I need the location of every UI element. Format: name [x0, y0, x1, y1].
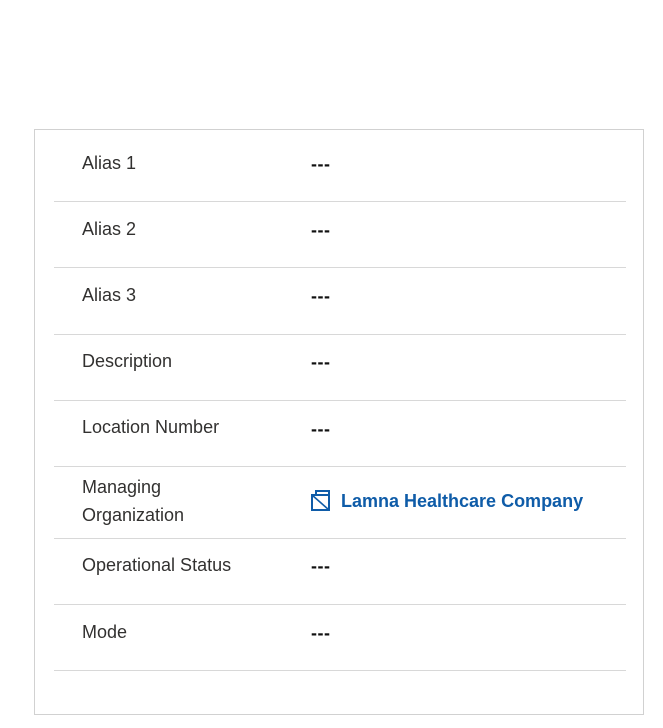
field-row-managing-organization: Managing Organization Lamna Healthcare C…	[54, 467, 626, 539]
field-row-alias-1: Alias 1 ---	[54, 130, 626, 202]
field-row-description: Description ---	[54, 335, 626, 401]
field-label: Alias 2	[82, 219, 137, 239]
field-row-operational-status: Operational Status ---	[54, 539, 626, 605]
field-label: Description	[82, 351, 173, 371]
field-row-alias-2: Alias 2 ---	[54, 202, 626, 268]
field-value: ---	[311, 220, 331, 240]
field-label: Managing Organization	[82, 477, 185, 525]
field-value: ---	[311, 286, 331, 306]
entity-record-icon	[310, 490, 332, 512]
field-row-alias-3: Alias 3 ---	[54, 268, 626, 335]
field-label: Location Number	[82, 417, 220, 437]
field-value: ---	[311, 623, 331, 643]
field-row-mode: Mode ---	[54, 605, 626, 671]
field-label: Alias 3	[82, 285, 137, 305]
field-value: ---	[311, 419, 331, 439]
field-row-location-number: Location Number ---	[54, 401, 626, 467]
field-label: Alias 1	[82, 153, 137, 173]
managing-organization-value[interactable]: Lamna Healthcare Company	[341, 491, 583, 512]
field-value: ---	[311, 556, 331, 576]
field-label: Operational Status	[82, 555, 232, 575]
details-card: Alias 1 --- Alias 2 --- Alias 3 --- Desc…	[34, 129, 644, 715]
field-list: Alias 1 --- Alias 2 --- Alias 3 --- Desc…	[54, 130, 626, 671]
managing-organization-link[interactable]: Lamna Healthcare Company	[310, 490, 583, 512]
field-value: ---	[311, 352, 331, 372]
field-value: ---	[311, 154, 331, 174]
field-label: Mode	[82, 622, 128, 642]
